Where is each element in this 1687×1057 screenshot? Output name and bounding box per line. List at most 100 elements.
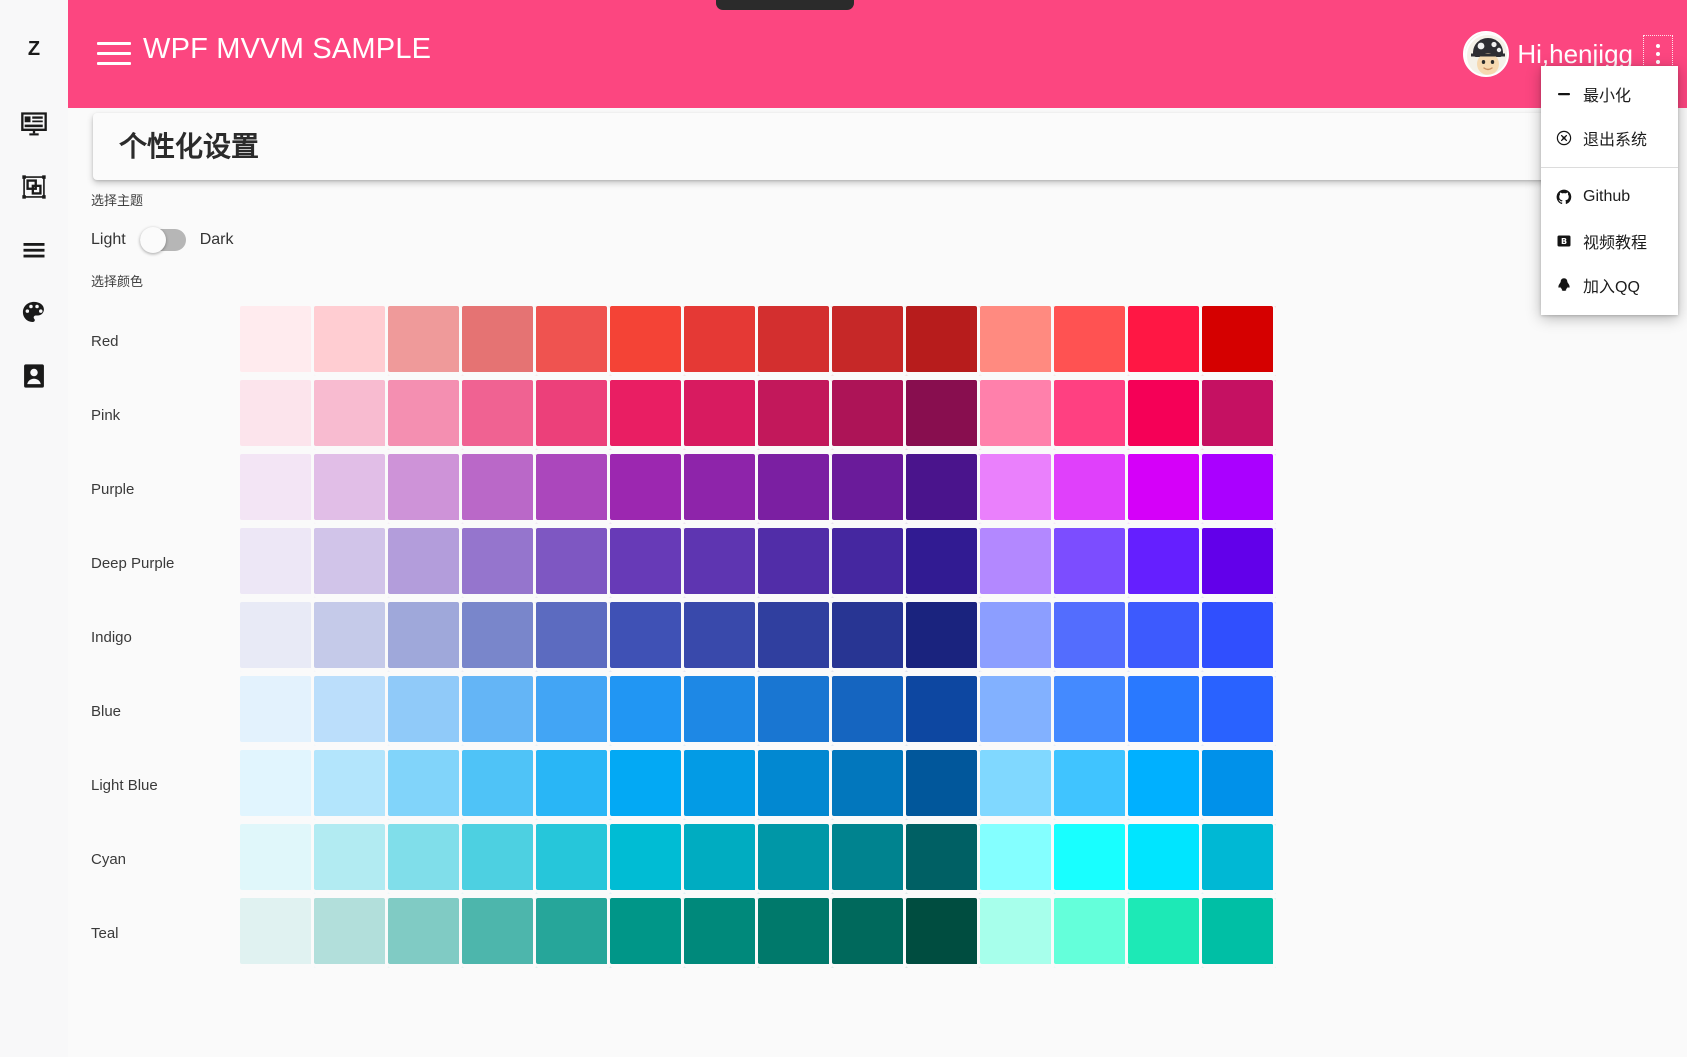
color-swatch-red-100[interactable] — [314, 306, 388, 376]
color-swatch-teal-50[interactable] — [240, 898, 314, 968]
color-swatch-red-800[interactable] — [832, 306, 906, 376]
color-swatch-blue-A200[interactable] — [1054, 676, 1128, 746]
color-swatch-purple-600[interactable] — [684, 454, 758, 524]
color-swatch-indigo-A400[interactable] — [1128, 602, 1202, 672]
color-swatch-red-50[interactable] — [240, 306, 314, 376]
color-swatch-red-A100[interactable] — [980, 306, 1054, 376]
color-swatch-indigo-300[interactable] — [462, 602, 536, 672]
color-swatch-pink-A700[interactable] — [1202, 380, 1276, 450]
color-swatch-light-blue-100[interactable] — [314, 750, 388, 820]
color-swatch-light-blue-300[interactable] — [462, 750, 536, 820]
menu-item-video-tutorial[interactable]: B 视频教程 — [1541, 219, 1678, 263]
color-swatch-pink-700[interactable] — [758, 380, 832, 450]
color-swatch-teal-500[interactable] — [610, 898, 684, 968]
color-swatch-indigo-50[interactable] — [240, 602, 314, 672]
color-swatch-purple-100[interactable] — [314, 454, 388, 524]
color-swatch-blue-A100[interactable] — [980, 676, 1054, 746]
color-swatch-cyan-600[interactable] — [684, 824, 758, 894]
color-swatch-blue-500[interactable] — [610, 676, 684, 746]
color-swatch-pink-A400[interactable] — [1128, 380, 1202, 450]
color-swatch-teal-400[interactable] — [536, 898, 610, 968]
color-swatch-red-900[interactable] — [906, 306, 980, 376]
color-swatch-deep-purple-A700[interactable] — [1202, 528, 1276, 598]
color-swatch-indigo-A200[interactable] — [1054, 602, 1128, 672]
color-swatch-cyan-A400[interactable] — [1128, 824, 1202, 894]
avatar[interactable] — [1463, 31, 1510, 77]
menu-item-join-qq[interactable]: 加入QQ — [1541, 263, 1678, 307]
color-swatch-light-blue-700[interactable] — [758, 750, 832, 820]
color-swatch-deep-purple-300[interactable] — [462, 528, 536, 598]
color-swatch-blue-400[interactable] — [536, 676, 610, 746]
color-swatch-indigo-400[interactable] — [536, 602, 610, 672]
color-swatch-pink-900[interactable] — [906, 380, 980, 450]
color-swatch-indigo-A100[interactable] — [980, 602, 1054, 672]
color-swatch-blue-A700[interactable] — [1202, 676, 1276, 746]
color-swatch-deep-purple-100[interactable] — [314, 528, 388, 598]
color-swatch-indigo-700[interactable] — [758, 602, 832, 672]
color-swatch-cyan-50[interactable] — [240, 824, 314, 894]
color-swatch-cyan-900[interactable] — [906, 824, 980, 894]
color-swatch-cyan-A100[interactable] — [980, 824, 1054, 894]
color-swatch-deep-purple-A400[interactable] — [1128, 528, 1202, 598]
color-swatch-light-blue-500[interactable] — [610, 750, 684, 820]
color-swatch-deep-purple-700[interactable] — [758, 528, 832, 598]
color-swatch-indigo-500[interactable] — [610, 602, 684, 672]
color-swatch-purple-300[interactable] — [462, 454, 536, 524]
color-swatch-purple-A700[interactable] — [1202, 454, 1276, 524]
menu-item-minimize[interactable]: 最小化 — [1541, 72, 1678, 116]
menu-item-github[interactable]: Github — [1541, 175, 1678, 219]
sidebar-item-shapes[interactable] — [19, 172, 49, 202]
color-swatch-indigo-100[interactable] — [314, 602, 388, 672]
color-swatch-teal-A200[interactable] — [1054, 898, 1128, 968]
color-swatch-red-400[interactable] — [536, 306, 610, 376]
color-swatch-pink-100[interactable] — [314, 380, 388, 450]
color-swatch-blue-100[interactable] — [314, 676, 388, 746]
color-swatch-red-200[interactable] — [388, 306, 462, 376]
color-swatch-light-blue-A200[interactable] — [1054, 750, 1128, 820]
hamburger-icon[interactable] — [97, 38, 131, 68]
sidebar-item-dashboard[interactable] — [19, 109, 49, 139]
color-swatch-cyan-A200[interactable] — [1054, 824, 1128, 894]
color-swatch-purple-A200[interactable] — [1054, 454, 1128, 524]
color-swatch-red-300[interactable] — [462, 306, 536, 376]
color-swatch-teal-A100[interactable] — [980, 898, 1054, 968]
color-swatch-purple-A100[interactable] — [980, 454, 1054, 524]
color-swatch-pink-A200[interactable] — [1054, 380, 1128, 450]
color-swatch-pink-500[interactable] — [610, 380, 684, 450]
color-swatch-deep-purple-800[interactable] — [832, 528, 906, 598]
color-swatch-deep-purple-400[interactable] — [536, 528, 610, 598]
menu-item-exit[interactable]: 退出系统 — [1541, 116, 1678, 160]
color-swatch-indigo-200[interactable] — [388, 602, 462, 672]
color-swatch-red-A200[interactable] — [1054, 306, 1128, 376]
color-swatch-purple-500[interactable] — [610, 454, 684, 524]
color-swatch-blue-800[interactable] — [832, 676, 906, 746]
color-swatch-cyan-A700[interactable] — [1202, 824, 1276, 894]
color-swatch-blue-200[interactable] — [388, 676, 462, 746]
color-swatch-purple-400[interactable] — [536, 454, 610, 524]
color-swatch-pink-50[interactable] — [240, 380, 314, 450]
color-swatch-cyan-400[interactable] — [536, 824, 610, 894]
color-swatch-teal-A400[interactable] — [1128, 898, 1202, 968]
color-swatch-red-700[interactable] — [758, 306, 832, 376]
color-swatch-deep-purple-900[interactable] — [906, 528, 980, 598]
color-swatch-indigo-600[interactable] — [684, 602, 758, 672]
color-swatch-cyan-100[interactable] — [314, 824, 388, 894]
color-swatch-pink-800[interactable] — [832, 380, 906, 450]
color-swatch-red-600[interactable] — [684, 306, 758, 376]
color-swatch-pink-400[interactable] — [536, 380, 610, 450]
color-swatch-pink-200[interactable] — [388, 380, 462, 450]
color-swatch-light-blue-400[interactable] — [536, 750, 610, 820]
color-swatch-pink-600[interactable] — [684, 380, 758, 450]
color-swatch-indigo-900[interactable] — [906, 602, 980, 672]
color-swatch-blue-900[interactable] — [906, 676, 980, 746]
color-swatch-light-blue-900[interactable] — [906, 750, 980, 820]
color-swatch-deep-purple-200[interactable] — [388, 528, 462, 598]
sidebar-item-account[interactable] — [19, 361, 49, 391]
color-swatch-purple-A400[interactable] — [1128, 454, 1202, 524]
color-swatch-cyan-500[interactable] — [610, 824, 684, 894]
color-swatch-purple-200[interactable] — [388, 454, 462, 524]
color-swatch-light-blue-200[interactable] — [388, 750, 462, 820]
color-swatch-purple-700[interactable] — [758, 454, 832, 524]
color-swatch-red-A400[interactable] — [1128, 306, 1202, 376]
color-swatch-blue-A400[interactable] — [1128, 676, 1202, 746]
